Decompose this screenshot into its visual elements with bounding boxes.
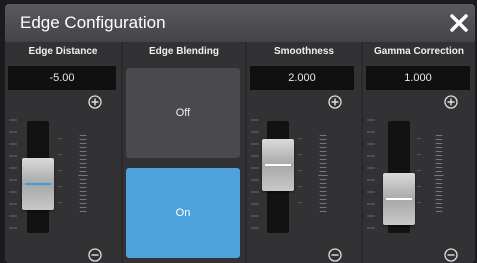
smoothness-minus-icon[interactable] — [328, 248, 342, 262]
edge-configuration-dialog: Edge Configuration Edge Distance -5.00 E… — [5, 4, 475, 263]
edge-distance-value[interactable]: -5.00 — [8, 66, 116, 90]
smoothness-plus-icon[interactable] — [328, 95, 342, 109]
smoothness-slider-handle[interactable] — [262, 139, 294, 192]
edge-blending-label: Edge Blending — [149, 46, 219, 57]
smoothness-panel: Smoothness 2.000 — [247, 42, 361, 263]
gamma-correction-scale-right — [417, 135, 444, 212]
gamma-correction-plus-icon[interactable] — [444, 95, 458, 109]
gamma-correction-handle-indicator — [386, 197, 412, 200]
gamma-correction-panel: Gamma Correction 1.000 — [363, 42, 475, 263]
smoothness-scale-right — [298, 135, 328, 212]
gamma-correction-slider-handle[interactable] — [383, 172, 415, 225]
edge-distance-minus-icon[interactable] — [88, 248, 102, 262]
smoothness-handle-indicator — [265, 164, 291, 167]
gamma-correction-value[interactable]: 1.000 — [366, 66, 470, 90]
dialog-title: Edge Configuration — [20, 13, 166, 32]
smoothness-value[interactable]: 2.000 — [250, 66, 354, 90]
close-icon[interactable] — [448, 12, 470, 34]
edge-distance-panel: Edge Distance -5.00 — [5, 42, 121, 263]
edge-distance-handle-indicator — [25, 182, 51, 185]
gamma-correction-label: Gamma Correction — [373, 46, 465, 57]
edge-distance-label: Edge Distance — [28, 46, 98, 57]
smoothness-label: Smoothness — [273, 46, 334, 57]
edge-distance-slider-handle[interactable] — [22, 157, 54, 210]
edge-blending-on-button[interactable]: On — [126, 168, 240, 258]
gamma-correction-minus-icon[interactable] — [444, 248, 458, 262]
edge-blending-panel: Edge Blending Off On — [123, 42, 245, 263]
edge-blending-off-button[interactable]: Off — [126, 68, 240, 158]
title-bar: Edge Configuration — [5, 4, 475, 42]
edge-distance-plus-icon[interactable] — [88, 95, 102, 109]
edge-distance-scale-right — [58, 135, 88, 212]
